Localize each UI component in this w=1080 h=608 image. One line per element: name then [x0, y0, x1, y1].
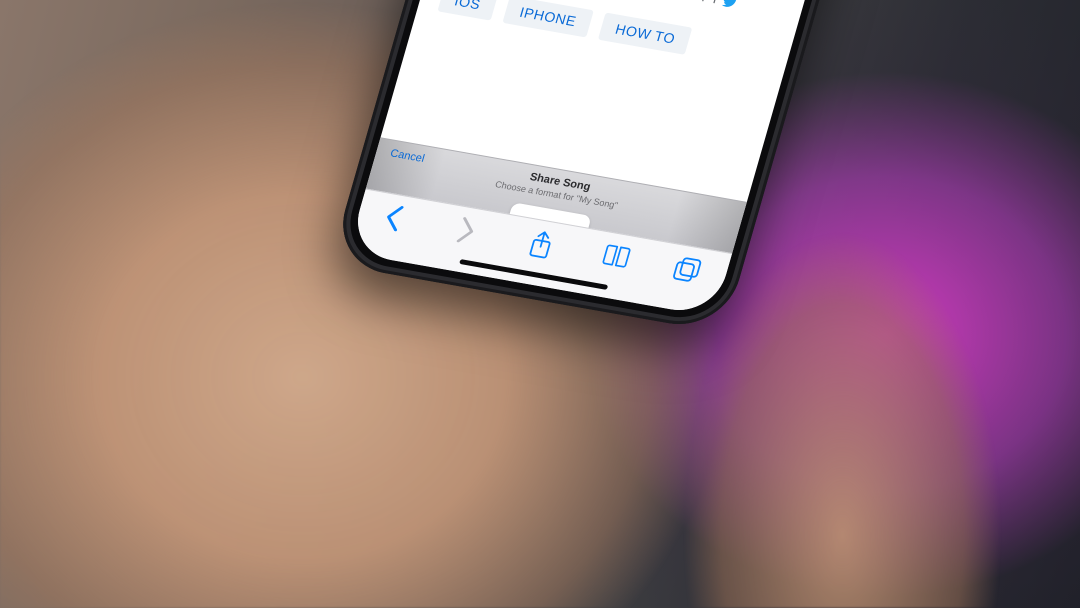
tag-ios[interactable]: IOS [437, 0, 498, 21]
tag-iphone[interactable]: IPHONE [502, 0, 593, 38]
forward-button [454, 216, 487, 246]
photo-scene: … a custom ringtone for your iPhone, wit… [0, 0, 1080, 608]
share-button[interactable] [526, 229, 559, 259]
back-button[interactable] [381, 204, 414, 234]
bookmarks-button[interactable] [598, 242, 631, 272]
tabs-button[interactable] [671, 255, 704, 285]
article-date: Nov. 10th 2017 5:19 am PT [555, 0, 721, 7]
tag-howto[interactable]: HOW TO [598, 13, 692, 55]
home-indicator[interactable] [459, 259, 608, 290]
twitter-icon [721, 0, 738, 9]
